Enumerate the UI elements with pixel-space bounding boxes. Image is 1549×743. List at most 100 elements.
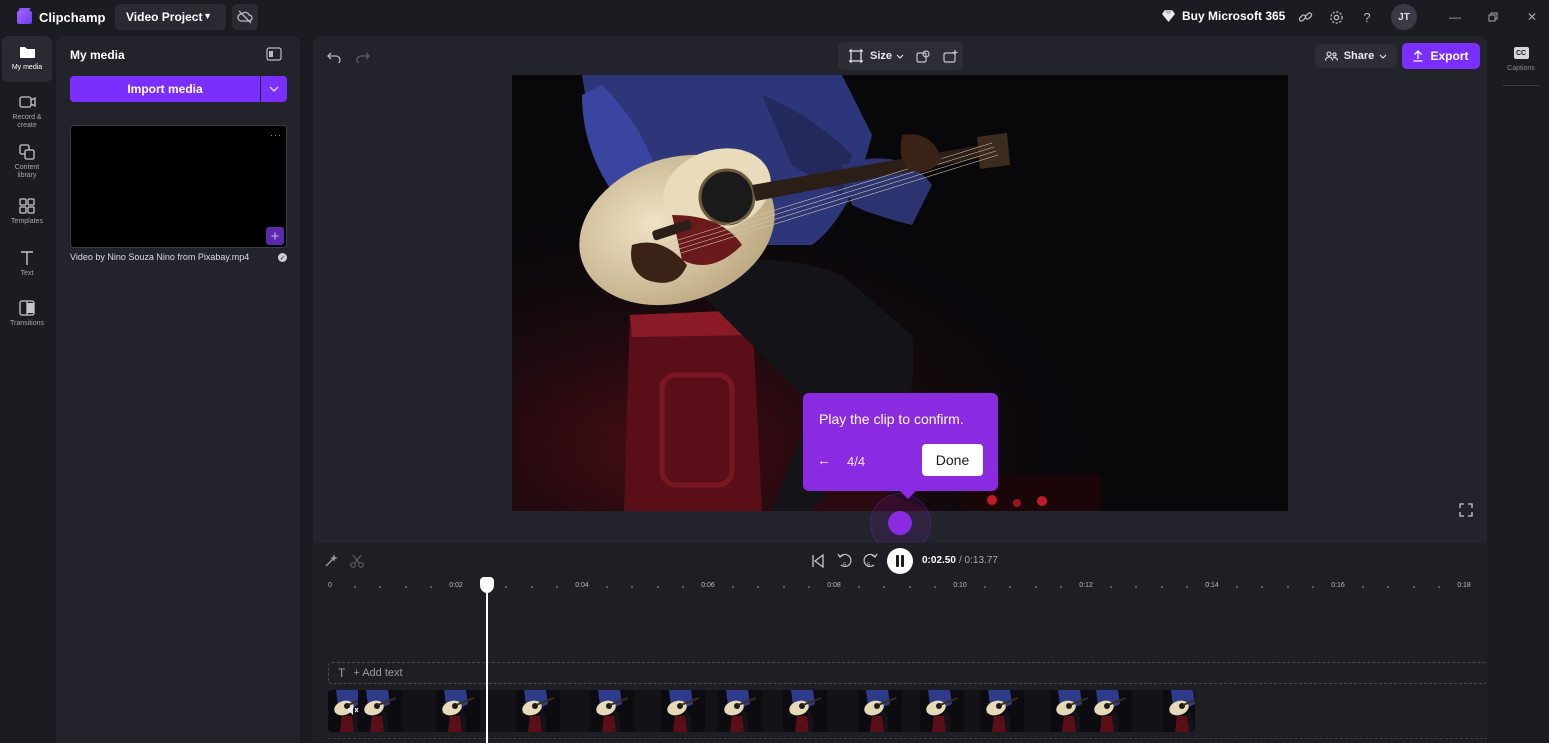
skip-to-start-icon[interactable] xyxy=(811,549,825,573)
cloud-sync-button[interactable] xyxy=(232,4,258,30)
nav-item-record-create[interactable]: Record & create xyxy=(2,86,52,132)
chevron-down-icon xyxy=(896,54,904,59)
diamond-icon xyxy=(1162,10,1175,22)
nav-label: Transitions xyxy=(10,320,44,327)
playhead-line xyxy=(486,585,488,743)
nav-label: Text xyxy=(20,270,34,277)
transitions-icon xyxy=(17,299,37,317)
captions-button[interactable]: CC Captions xyxy=(1503,47,1539,72)
app-logo[interactable]: Clipchamp xyxy=(17,10,105,25)
ruler-tick xyxy=(858,586,861,588)
settings-button[interactable] xyxy=(1327,8,1345,26)
import-options-button[interactable] xyxy=(261,76,287,102)
highlight-beacon[interactable] xyxy=(888,511,912,535)
nav-item-transitions[interactable]: Transitions xyxy=(2,292,52,338)
ruler-tick xyxy=(656,586,659,588)
ruler-tick xyxy=(404,586,407,588)
ruler-label: 0:08 xyxy=(827,582,841,589)
clip-frame-thumbnail xyxy=(358,690,402,732)
ruler-tick xyxy=(1236,586,1239,588)
minimize-button[interactable]: — xyxy=(1446,8,1464,26)
clipchamp-logo-icon xyxy=(17,10,32,24)
nav-item-my-media[interactable]: My media xyxy=(2,36,52,82)
clip-frame-thumbnail xyxy=(436,690,480,732)
ruler-tick xyxy=(782,586,785,588)
user-avatar[interactable]: JT xyxy=(1391,4,1417,30)
ruler-tick xyxy=(1437,586,1440,588)
nav-item-text[interactable]: Text xyxy=(2,242,52,288)
ruler-tick xyxy=(1311,586,1314,588)
share-link-button[interactable] xyxy=(1296,8,1314,26)
clip-frame-thumbnail xyxy=(718,690,762,732)
clip-frame-thumbnail xyxy=(661,690,705,732)
text-icon: T xyxy=(338,666,346,680)
clip-frame-thumbnail xyxy=(920,690,964,732)
add-text-label: + Add text xyxy=(353,667,403,679)
nav-item-templates[interactable]: Templates xyxy=(2,190,52,236)
playhead-handle[interactable] xyxy=(480,577,494,593)
ruler-label: 0:16 xyxy=(1331,582,1345,589)
collapse-panel-icon[interactable] xyxy=(266,47,282,61)
fullscreen-icon[interactable] xyxy=(1459,503,1473,517)
checkmark-icon: ✓ xyxy=(278,253,287,262)
ruler-tick xyxy=(1286,586,1289,588)
folder-icon xyxy=(17,43,37,61)
background-remove-icon[interactable] xyxy=(916,49,931,63)
video-clip-track[interactable] xyxy=(328,690,1195,732)
project-title-button[interactable]: Video Project ▼ xyxy=(115,4,226,30)
ruler-tick xyxy=(1034,586,1037,588)
nav-item-content-library[interactable]: Content library xyxy=(2,136,52,182)
ruler-tick xyxy=(732,586,735,588)
ruler-tick xyxy=(984,586,987,588)
mute-icon[interactable] xyxy=(347,704,359,716)
cloud-off-icon xyxy=(237,10,253,24)
ruler-tick xyxy=(555,586,558,588)
library-icon xyxy=(17,143,37,161)
rewind-5-icon[interactable]: 5 xyxy=(837,549,853,573)
nav-label: My media xyxy=(11,64,43,71)
pause-button[interactable] xyxy=(887,548,913,574)
import-media-button[interactable]: Import media xyxy=(70,76,260,102)
undo-button[interactable] xyxy=(325,48,343,66)
empty-track xyxy=(328,738,1488,739)
ruler-tick xyxy=(631,586,634,588)
ruler-label: 0:10 xyxy=(953,582,967,589)
media-panel: My media Import media ··· + Video by Nin… xyxy=(56,36,300,743)
camera-icon xyxy=(17,93,37,111)
nav-label: Templates xyxy=(11,218,43,225)
chevron-down-icon xyxy=(269,86,279,92)
done-button[interactable]: Done xyxy=(922,444,983,476)
more-options-icon[interactable]: ··· xyxy=(270,130,282,140)
buy-microsoft-365-button[interactable]: Buy Microsoft 365 xyxy=(1162,9,1285,23)
add-text-track[interactable]: T + Add text xyxy=(328,662,1488,684)
close-window-button[interactable]: ✕ xyxy=(1523,8,1541,26)
export-button[interactable]: Export xyxy=(1402,43,1480,69)
help-button[interactable]: ? xyxy=(1358,8,1376,26)
redo-icon xyxy=(356,52,370,63)
forward-5-icon[interactable]: 5 xyxy=(862,549,878,573)
media-file-name: Video by Nino Souza Nino from Pixabay.mp… xyxy=(70,252,250,262)
ruler-tick xyxy=(505,586,508,588)
restore-button[interactable] xyxy=(1484,8,1502,26)
redo-button[interactable] xyxy=(354,48,372,66)
editor-area: Size Share Export Play the clip to confi… xyxy=(313,36,1488,743)
arrow-left-icon[interactable]: ← xyxy=(817,452,831,468)
ruler-tick xyxy=(807,586,810,588)
media-thumbnail[interactable]: ··· + xyxy=(70,125,287,248)
clip-frame-thumbnail xyxy=(1088,690,1132,732)
ruler-tick xyxy=(933,586,936,588)
nav-label: Content library xyxy=(14,164,40,179)
scissors-icon[interactable] xyxy=(349,553,365,569)
ruler-tick xyxy=(1362,586,1365,588)
captions-divider xyxy=(1503,85,1539,86)
timeline: 5 5 0:02.50 / 0:13.77 0 0:02 0:04 0:06 0:08 0… xyxy=(313,543,1488,743)
share-button[interactable]: Share xyxy=(1315,44,1397,68)
magic-edit-icon[interactable] xyxy=(323,553,339,569)
ruler-label: 0 xyxy=(328,582,332,589)
clip-frame-thumbnail xyxy=(783,690,827,732)
add-frame-icon[interactable] xyxy=(943,49,958,63)
size-button[interactable]: Size xyxy=(870,50,892,62)
caret-down-icon: ▼ xyxy=(203,11,212,21)
add-to-timeline-button[interactable]: + xyxy=(266,227,284,245)
right-panel: CC Captions xyxy=(1487,34,1549,743)
